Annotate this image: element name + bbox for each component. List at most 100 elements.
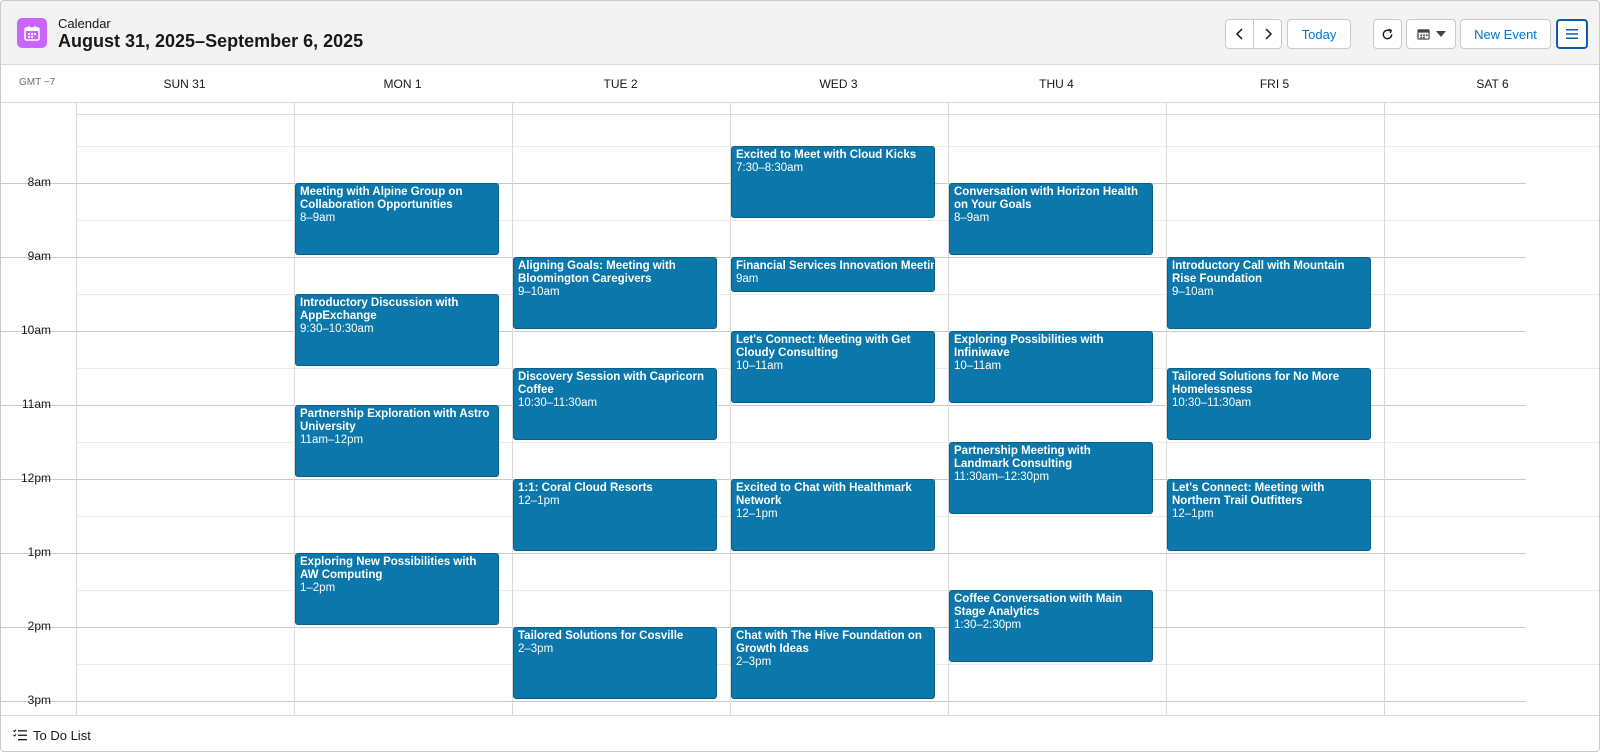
event-time: 12–1pm	[736, 508, 778, 520]
day-header-5[interactable]: THU 4	[948, 77, 1165, 91]
event-title: Introductory Discussion with AppExchange	[300, 297, 459, 322]
day-header-3[interactable]: TUE 2	[512, 77, 729, 91]
event-title: Coffee Conversation with Main Stage Anal…	[954, 593, 1123, 618]
event-time: 9am	[736, 273, 759, 285]
chevron-down-icon	[1435, 31, 1446, 37]
event-time: 11am–12pm	[300, 434, 364, 446]
event-time: 11:30am–12:30pm	[954, 471, 1050, 483]
calendar-event[interactable]: Excited to Chat with Healthmark Network 1…	[731, 479, 935, 551]
event-time: 10–11am	[736, 360, 784, 372]
calendar-event[interactable]: Let's Connect: Meeting with Northern Tra…	[1167, 479, 1371, 551]
event-title: Let's Connect: Meeting with Northern Tra…	[1172, 482, 1325, 507]
calendar-event[interactable]: Partnership Exploration with Astro Unive…	[295, 405, 499, 477]
event-time: 9–10am	[1172, 286, 1214, 298]
event-title: Aligning Goals: Meeting with Bloomington…	[518, 260, 676, 285]
previous-week-button[interactable]	[1225, 19, 1254, 49]
calendar-event[interactable]: Meeting with Alpine Group on Collaborati…	[295, 183, 499, 255]
event-title: Discovery Session with Capricorn Coffee	[518, 371, 704, 396]
week-grid[interactable]: 8am 9am 10am 11am 12pm 1pm 2pm 3pm Meeting with …	[1, 103, 1599, 715]
chevron-right-icon	[1264, 28, 1272, 40]
calendar-view-dropdown[interactable]	[1406, 19, 1456, 49]
day-header-7[interactable]: SAT 6	[1384, 77, 1599, 91]
chevron-left-icon	[1235, 28, 1243, 40]
event-title: Conversation with Horizon Health on Your…	[954, 186, 1139, 211]
event-time: 1–2pm	[300, 582, 336, 594]
column-divider	[1384, 103, 1385, 715]
day-header-4[interactable]: WED 3	[730, 77, 947, 91]
calendar-event[interactable]: Tailored Solutions for No More Homelessn…	[1167, 368, 1371, 440]
event-time: 2–3pm	[518, 643, 554, 655]
calendar-app: Calendar August 31, 2025–September 6, 20…	[0, 0, 1600, 752]
event-title: Chat with The Hive Foundation on Growth …	[736, 630, 922, 655]
calendar-event[interactable]: Tailored Solutions for Cosville 2–3pm	[513, 627, 717, 699]
event-title: Partnership Meeting with Landmark Consul…	[954, 445, 1091, 470]
day-header-6[interactable]: FRI 5	[1166, 77, 1383, 91]
calendar-event[interactable]: Discovery Session with Capricorn Coffee 1…	[513, 368, 717, 440]
app-name: Calendar	[58, 16, 111, 31]
hour-label: 8am	[27, 175, 51, 189]
event-title: Meeting with Alpine Group on Collaborati…	[300, 186, 463, 211]
footer-bar: To Do List	[1, 715, 1599, 751]
event-time: 1:30–2:30pm	[954, 619, 1022, 631]
event-title: Introductory Call with Mountain Rise Fou…	[1172, 260, 1345, 285]
calendar-event[interactable]: Introductory Discussion with AppExchange…	[295, 294, 499, 366]
event-title: Excited to Meet with Cloud Kicks	[736, 149, 917, 161]
event-title: Partnership Exploration with Astro Unive…	[300, 408, 490, 433]
event-title: Excited to Chat with Healthmark Network	[736, 482, 912, 507]
event-time: 9:30–10:30am	[300, 323, 374, 335]
event-time: 12–1pm	[1172, 508, 1214, 520]
timezone-label: GMT −7	[19, 77, 56, 88]
event-title: Let's Connect: Meeting with Get Cloudy C…	[736, 334, 911, 359]
hour-label: 10am	[20, 323, 51, 337]
calendar-event[interactable]: Chat with The Hive Foundation on Growth …	[731, 627, 935, 699]
hour-line	[1, 553, 1526, 554]
to-do-list-toggle[interactable]: To Do List	[33, 728, 91, 743]
hour-label: 2pm	[27, 619, 51, 633]
event-title: Exploring New Possibilities with AW Comp…	[300, 556, 477, 581]
event-time: 9–10am	[518, 286, 560, 298]
event-time: 8–9am	[954, 212, 990, 224]
calendar-event[interactable]: Excited to Meet with Cloud Kicks 7:30–8:3…	[731, 146, 935, 218]
calendar-event[interactable]: Coffee Conversation with Main Stage Anal…	[949, 590, 1153, 662]
hamburger-menu-icon	[1566, 29, 1578, 39]
calendar-event[interactable]: Aligning Goals: Meeting with Bloomington…	[513, 257, 717, 329]
column-divider	[76, 103, 77, 715]
refresh-button[interactable]	[1373, 19, 1402, 49]
event-title: 1:1: Coral Cloud Resorts	[518, 482, 653, 494]
calendar-view-icon	[1416, 29, 1430, 40]
calendar-header: Calendar August 31, 2025–September 6, 20…	[1, 1, 1599, 65]
calendar-event[interactable]: Financial Services Innovation Meeting 9am	[731, 257, 935, 292]
event-time: 10–11am	[954, 360, 1002, 372]
event-time: 7:30–8:30am	[736, 162, 804, 174]
event-time: 10:30–11:30am	[518, 397, 598, 409]
hour-line	[1, 701, 1526, 702]
menu-button[interactable]	[1556, 19, 1588, 49]
event-time: 8–9am	[300, 212, 336, 224]
calendar-event[interactable]: Introductory Call with Mountain Rise Fou…	[1167, 257, 1371, 329]
calendar-event[interactable]: Exploring New Possibilities with AW Comp…	[295, 553, 499, 625]
event-title: Exploring Possibilities with Infiniwave	[954, 334, 1104, 359]
event-title: Tailored Solutions for Cosville	[518, 630, 684, 642]
event-time: 10:30–11:30am	[1172, 397, 1252, 409]
hour-label: 3pm	[27, 693, 51, 707]
event-time: 12–1pm	[518, 495, 560, 507]
event-title: Financial Services Innovation Meeting	[736, 260, 935, 272]
hour-label: 12pm	[20, 471, 51, 485]
hour-label: 9am	[27, 249, 51, 263]
day-header-1[interactable]: SUN 31	[76, 77, 293, 91]
refresh-icon	[1382, 28, 1393, 39]
day-header-2[interactable]: MON 1	[294, 77, 511, 91]
next-week-button[interactable]	[1253, 19, 1282, 49]
calendar-event[interactable]: Conversation with Horizon Health on Your…	[949, 183, 1153, 255]
new-event-button[interactable]: New Event	[1460, 19, 1551, 49]
event-time: 2–3pm	[736, 656, 772, 668]
calendar-event[interactable]: Let's Connect: Meeting with Get Cloudy C…	[731, 331, 935, 403]
checklist-icon	[13, 729, 27, 741]
hour-label: 1pm	[27, 545, 51, 559]
event-title: Tailored Solutions for No More Homelessn…	[1172, 371, 1340, 396]
calendar-event[interactable]: 1:1: Coral Cloud Resorts 12–1pm	[513, 479, 717, 551]
calendar-app-icon	[17, 18, 47, 48]
today-button[interactable]: Today	[1287, 19, 1351, 49]
calendar-event[interactable]: Exploring Possibilities with Infiniwave 1…	[949, 331, 1153, 403]
calendar-event[interactable]: Partnership Meeting with Landmark Consul…	[949, 442, 1153, 514]
